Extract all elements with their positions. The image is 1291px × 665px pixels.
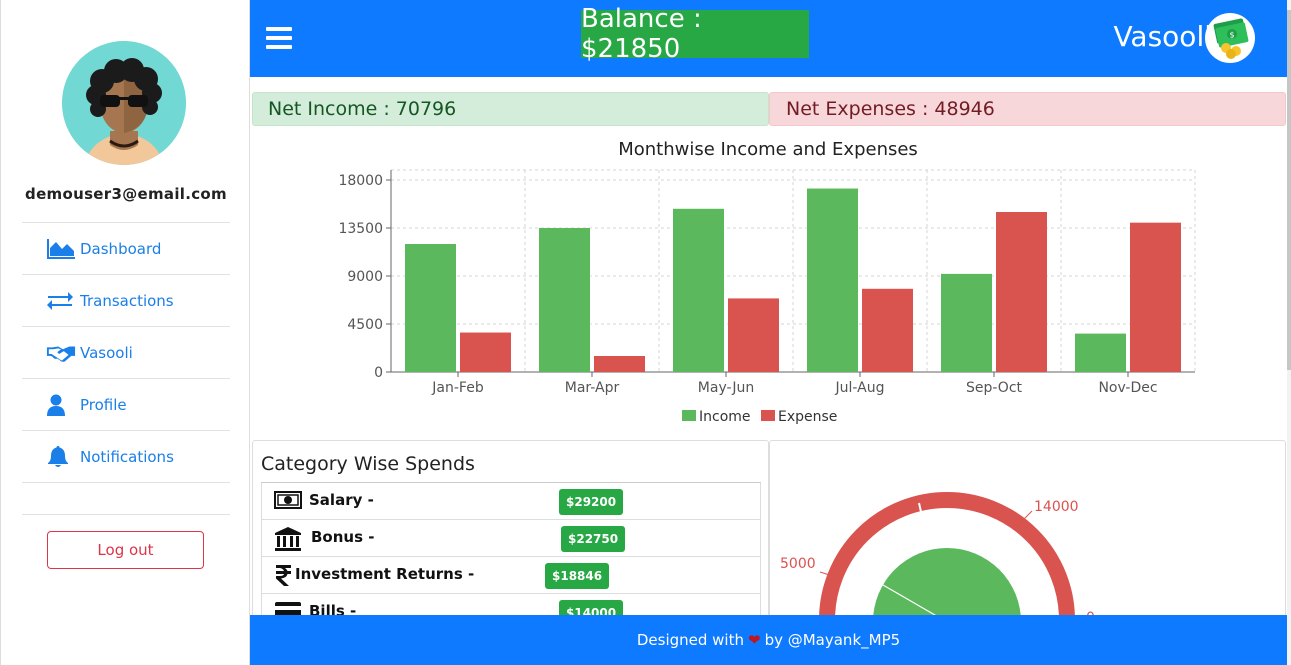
avatar[interactable] — [62, 41, 186, 165]
y-tick-label: 4500 — [347, 317, 383, 333]
bar-income — [941, 273, 992, 372]
x-tick-label: Mar-Apr — [565, 380, 620, 396]
table-row: Bills - $14000 — [261, 594, 761, 615]
handshake-icon — [46, 341, 76, 365]
y-tick-label: 0 — [374, 365, 383, 381]
user-icon — [46, 393, 76, 417]
net-income-alert: Net Income : 70796 — [252, 92, 769, 126]
amount-badge: $29200 — [559, 489, 624, 515]
x-tick-label: Jan-Feb — [431, 380, 484, 396]
net-expenses-alert: Net Expenses : 48946 — [769, 92, 1286, 126]
bar-income — [405, 244, 456, 372]
footer-suffix: by @Mayank_MP5 — [764, 631, 901, 649]
category-title: Category Wise Spends — [261, 453, 475, 475]
bank-icon — [274, 526, 302, 551]
x-tick-label: Nov-Dec — [1098, 380, 1157, 396]
category-pie-card: 14000 5000 0 — [769, 440, 1286, 615]
sidebar-item-label: Profile — [80, 395, 127, 414]
credit-card-icon — [274, 600, 302, 615]
exchange-icon — [46, 289, 76, 313]
amount-badge: $22750 — [561, 526, 626, 552]
balance-badge: Balance : $21850 — [581, 4, 809, 64]
footer-prefix: Designed with — [636, 631, 744, 649]
sidebar: demouser3@email.com Dashboard Transactio… — [0, 0, 250, 665]
bar-expense — [460, 332, 511, 372]
divider — [22, 514, 230, 515]
money-logo-icon[interactable]: $ — [1205, 13, 1255, 63]
legend-label: Income — [699, 409, 751, 425]
bar-expense — [1130, 222, 1181, 372]
sidebar-nav: Dashboard Transactions Vasooli Profile N… — [22, 222, 230, 483]
brand-title: Vasooli — [1113, 20, 1212, 53]
bar-expense — [594, 356, 645, 372]
chart-title: Monthwise Income and Expenses — [618, 139, 918, 160]
sidebar-item-profile[interactable]: Profile — [22, 379, 230, 431]
sidebar-item-label: Dashboard — [80, 239, 162, 258]
area-chart-icon — [46, 237, 76, 261]
bar-expense — [862, 288, 913, 372]
main-content: Net Income : 70796 Net Expenses : 48946 … — [250, 77, 1287, 615]
table-row: Investment Returns - $18846 — [261, 557, 761, 594]
bar-income — [673, 208, 724, 372]
sidebar-item-label: Transactions — [80, 291, 174, 310]
sidebar-item-label: Notifications — [80, 447, 174, 466]
table-row: Bonus - $22750 — [261, 520, 761, 557]
heart-icon: ❤ — [747, 631, 761, 649]
donut-inner-pie — [873, 548, 1021, 615]
sidebar-item-dashboard[interactable]: Dashboard — [22, 223, 230, 275]
y-tick-label: 9000 — [347, 269, 383, 285]
x-tick-label: Jul-Aug — [835, 380, 885, 396]
y-tick-label: 18000 — [338, 173, 383, 189]
category-label: Bonus - — [311, 528, 375, 546]
legend-swatch — [761, 410, 775, 421]
top-header: Balance : $21850 Vasooli $ — [250, 0, 1287, 77]
legend-label: Expense — [778, 409, 837, 425]
bar-income — [807, 188, 858, 372]
bar-income — [539, 228, 590, 372]
bell-icon — [46, 445, 76, 469]
sidebar-item-vasooli[interactable]: Vasooli — [22, 327, 230, 379]
y-tick-label: 13500 — [338, 221, 383, 237]
category-card: Category Wise Spends Salary - $29200 Bon… — [252, 440, 769, 615]
category-label: Investment Returns - — [295, 565, 475, 583]
sidebar-item-notifications[interactable]: Notifications — [22, 431, 230, 483]
category-table: Salary - $29200 Bonus - $22750 Investmen… — [261, 482, 761, 615]
sidebar-item-label: Vasooli — [80, 343, 133, 362]
bar-income — [1075, 333, 1126, 372]
category-label: Bills - — [309, 602, 357, 615]
user-email: demouser3@email.com — [25, 185, 227, 203]
bar-expense — [996, 212, 1047, 372]
sidebar-item-transactions[interactable]: Transactions — [22, 275, 230, 327]
monthwise-bar-chart: Monthwise Income and Expenses 0 4500 9000 13… — [338, 139, 1196, 425]
scrollbar[interactable] — [1287, 0, 1291, 665]
logout-button[interactable]: Log out — [47, 531, 204, 569]
category-label: Salary - — [309, 491, 374, 509]
x-tick-label: Sep-Oct — [966, 380, 1023, 396]
category-donut-chart: 14000 5000 0 — [780, 492, 1095, 615]
amount-badge: $18846 — [545, 563, 610, 589]
hamburger-menu-icon[interactable] — [266, 27, 292, 49]
table-row: Salary - $29200 — [261, 483, 761, 520]
pie-label: 14000 — [1034, 499, 1079, 515]
avatar-illustration — [62, 41, 186, 165]
scrollbar-thumb[interactable] — [1287, 10, 1291, 370]
x-tick-label: May-Jun — [698, 380, 754, 396]
legend-swatch — [682, 410, 696, 421]
footer: Designed with ❤ by @Mayank_MP5 — [250, 615, 1287, 665]
bar-expense — [728, 298, 779, 372]
pie-label: 5000 — [780, 556, 816, 572]
svg-text:$: $ — [1230, 31, 1235, 40]
money-bill-icon — [274, 489, 302, 513]
amount-badge: $14000 — [559, 600, 624, 615]
